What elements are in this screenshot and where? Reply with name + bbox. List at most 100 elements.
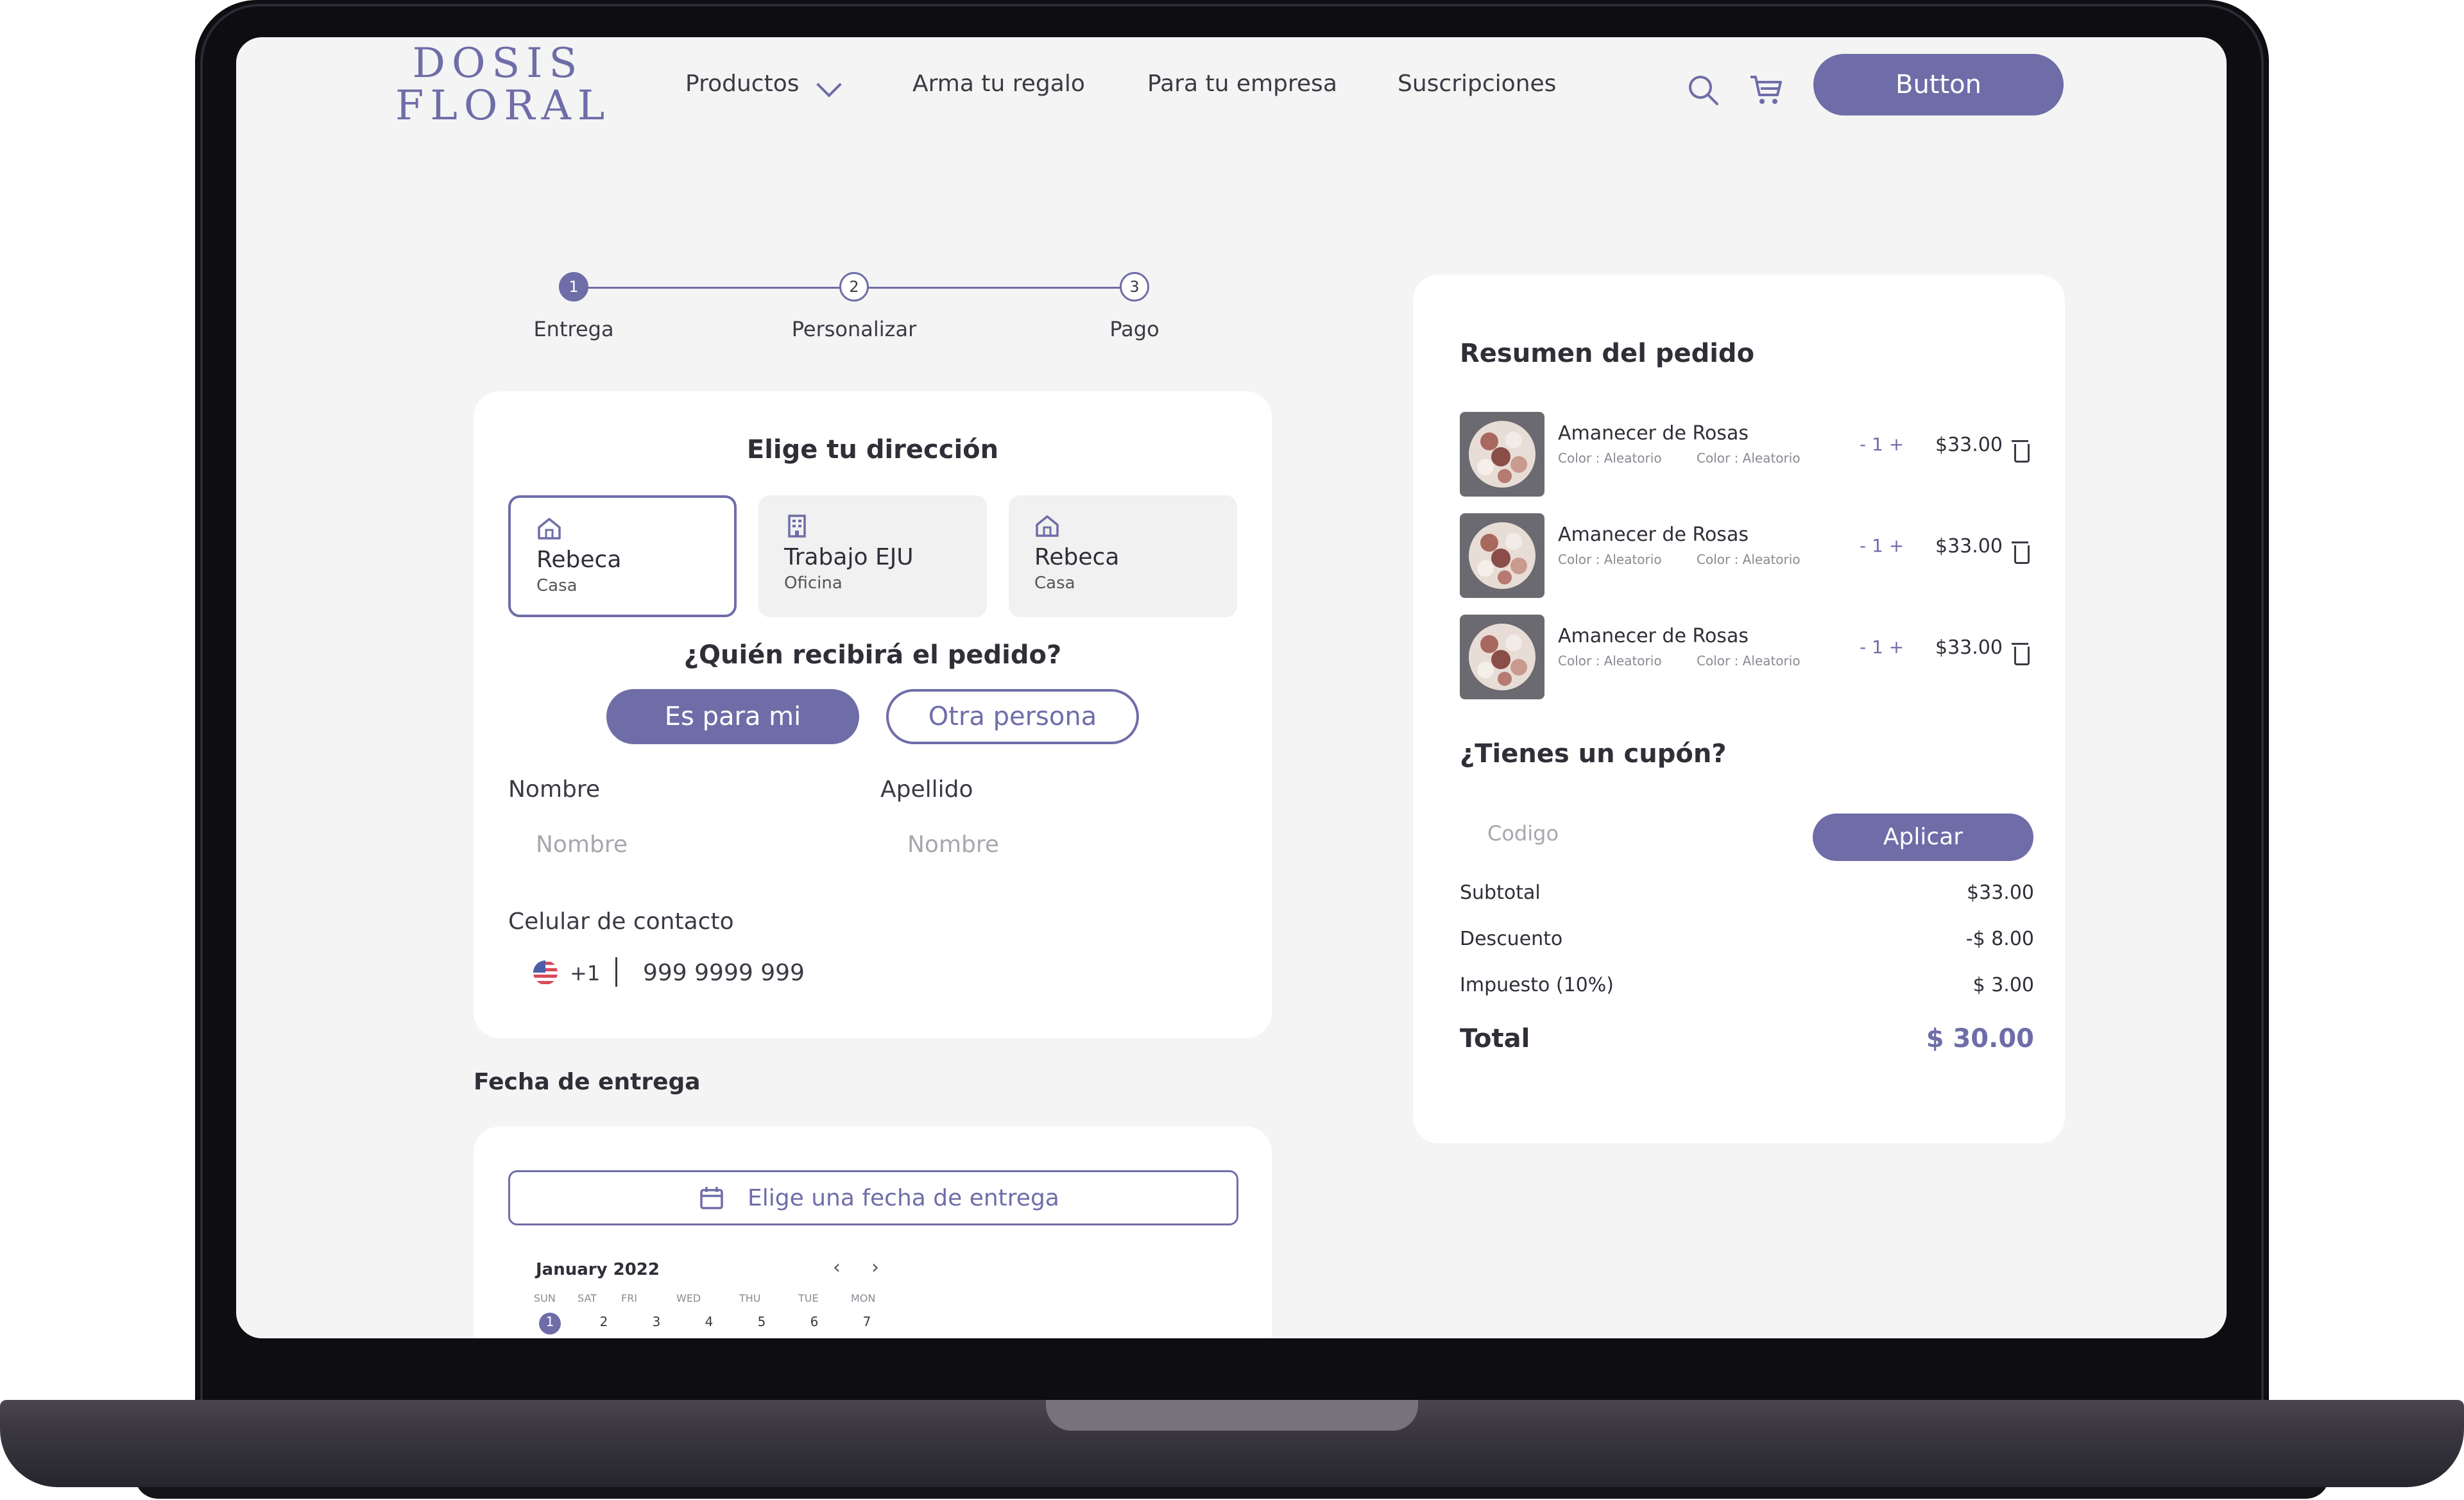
item-name: Amanecer de Rosas bbox=[1558, 625, 1749, 647]
total-value: $ 30.00 bbox=[1926, 1024, 2034, 1053]
phone-label: Celular de contacto bbox=[508, 908, 734, 935]
calendar-prev-icon[interactable]: ‹ bbox=[833, 1256, 841, 1279]
trash-icon[interactable] bbox=[2012, 541, 2030, 564]
address-type: Oficina bbox=[784, 574, 843, 593]
trash-icon[interactable] bbox=[2012, 440, 2030, 463]
delivery-card bbox=[474, 391, 1272, 1038]
logo-line-2: FLORAL bbox=[395, 82, 612, 130]
step-1-label: Entrega bbox=[533, 317, 614, 341]
address-title: Elige tu dirección bbox=[746, 435, 999, 464]
quantity-stepper[interactable]: - 1 + bbox=[1860, 636, 1904, 658]
apply-coupon-button[interactable]: Aplicar bbox=[1813, 814, 2033, 861]
phone-prefix[interactable]: +1 bbox=[570, 961, 600, 985]
weekday-header: SUN bbox=[534, 1292, 556, 1304]
item-color: Color : Aleatorio bbox=[1697, 450, 1801, 466]
logo-line-1: DOSIS bbox=[412, 40, 584, 87]
weekday-header: THU bbox=[739, 1292, 761, 1304]
subtotal-value: $33.00 bbox=[1967, 882, 2034, 904]
discount-value: -$ 8.00 bbox=[1965, 928, 2034, 950]
first-name-label: Nombre bbox=[508, 776, 601, 803]
summary-title: Resumen del pedido bbox=[1460, 339, 1755, 368]
date-picker-label: Elige una fecha de entrega bbox=[748, 1185, 1059, 1211]
discount-label: Descuento bbox=[1460, 928, 1563, 950]
item-color: Color : Aleatorio bbox=[1697, 653, 1801, 669]
coupon-title: ¿Tienes un cupón? bbox=[1460, 739, 1727, 769]
calendar-day[interactable]: 4 bbox=[699, 1314, 719, 1329]
address-name: Rebeca bbox=[1034, 544, 1120, 570]
home-icon bbox=[538, 518, 561, 540]
weekday-header: FRI bbox=[621, 1292, 638, 1304]
home-icon bbox=[1036, 515, 1059, 537]
building-icon bbox=[788, 515, 806, 538]
tax-value: $ 3.00 bbox=[1972, 974, 2034, 996]
header-cta-button[interactable]: Button bbox=[1813, 54, 2064, 115]
bouquet-thumbnail bbox=[1460, 615, 1544, 699]
calendar-month: January 2022 bbox=[536, 1260, 660, 1279]
item-color: Color : Aleatorio bbox=[1697, 552, 1801, 567]
order-summary-card bbox=[1413, 275, 2065, 1143]
quantity-stepper[interactable]: - 1 + bbox=[1860, 434, 1904, 455]
calendar-day[interactable]: 3 bbox=[647, 1314, 666, 1329]
last-name-label: Apellido bbox=[880, 776, 973, 803]
recipient-title: ¿Quién recibirá el pedido? bbox=[683, 640, 1062, 670]
calendar-day[interactable]: 1 bbox=[540, 1314, 560, 1329]
item-color: Color : Aleatorio bbox=[1558, 552, 1662, 567]
weekday-header: MON bbox=[851, 1292, 876, 1304]
other-person-button[interactable]: Otra persona bbox=[886, 689, 1139, 744]
step-2-label: Personalizar bbox=[791, 317, 917, 341]
calendar-next-icon[interactable]: › bbox=[871, 1256, 879, 1279]
calendar-day[interactable]: 6 bbox=[805, 1314, 824, 1329]
step-3-dot[interactable]: 3 bbox=[1120, 272, 1149, 302]
calendar-icon bbox=[700, 1187, 723, 1209]
weekday-header: WED bbox=[676, 1292, 701, 1304]
item-price: $33.00 bbox=[1935, 636, 2003, 659]
last-name-input[interactable]: Nombre bbox=[907, 831, 999, 858]
delivery-date-title: Fecha de entrega bbox=[474, 1069, 701, 1095]
item-name: Amanecer de Rosas bbox=[1558, 524, 1749, 546]
address-type: Casa bbox=[1034, 574, 1075, 593]
for-me-button[interactable]: Es para mi bbox=[606, 689, 859, 744]
step-2-dot[interactable]: 2 bbox=[839, 272, 869, 302]
address-name: Rebeca bbox=[536, 547, 622, 573]
screen: DOSIS FLORAL Productos Arma tu regalo Pa… bbox=[236, 37, 2227, 1338]
weekday-header: TUE bbox=[798, 1292, 819, 1304]
address-option-3[interactable]: Rebeca Casa bbox=[1009, 495, 1237, 617]
address-type: Casa bbox=[536, 576, 578, 595]
bouquet-thumbnail bbox=[1460, 513, 1544, 598]
date-picker-field[interactable]: Elige una fecha de entrega bbox=[508, 1170, 1238, 1225]
total-label: Total bbox=[1460, 1024, 1530, 1053]
phone-input[interactable]: 999 9999 999 bbox=[643, 960, 805, 986]
item-color: Color : Aleatorio bbox=[1558, 450, 1662, 466]
us-flag-icon[interactable] bbox=[533, 960, 558, 985]
nav-productos[interactable]: Productos bbox=[685, 71, 799, 97]
calendar-day[interactable]: 2 bbox=[594, 1314, 613, 1329]
cart-icon[interactable] bbox=[1747, 71, 1785, 109]
nav-arma-tu-regalo[interactable]: Arma tu regalo bbox=[912, 71, 1085, 97]
bouquet-thumbnail bbox=[1460, 412, 1544, 497]
item-name: Amanecer de Rosas bbox=[1558, 422, 1749, 445]
nav-para-tu-empresa[interactable]: Para tu empresa bbox=[1147, 71, 1337, 97]
calendar-day[interactable]: 7 bbox=[857, 1314, 877, 1329]
item-price: $33.00 bbox=[1935, 535, 2003, 558]
subtotal-label: Subtotal bbox=[1460, 882, 1541, 904]
step-3-label: Pago bbox=[1109, 317, 1159, 341]
nav-suscripciones[interactable]: Suscripciones bbox=[1398, 71, 1556, 97]
address-name: Trabajo EJU bbox=[784, 544, 914, 570]
weekday-header: SAT bbox=[578, 1292, 597, 1304]
calendar-day[interactable]: 5 bbox=[752, 1314, 771, 1329]
item-color: Color : Aleatorio bbox=[1558, 653, 1662, 669]
coupon-input[interactable]: Codigo bbox=[1487, 821, 1559, 846]
quantity-stepper[interactable]: - 1 + bbox=[1860, 535, 1904, 556]
search-icon[interactable] bbox=[1684, 71, 1722, 109]
tax-label: Impuesto (10%) bbox=[1460, 974, 1614, 996]
chevron-down-icon[interactable] bbox=[816, 72, 842, 98]
address-option-1[interactable]: Rebeca Casa bbox=[508, 495, 737, 617]
phone-divider bbox=[615, 957, 617, 987]
address-option-2[interactable]: Trabajo EJU Oficina bbox=[758, 495, 987, 617]
brand-logo[interactable]: DOSIS FLORAL bbox=[395, 40, 612, 130]
item-price: $33.00 bbox=[1935, 434, 2003, 456]
step-1-dot[interactable]: 1 bbox=[559, 272, 588, 302]
trash-icon[interactable] bbox=[2012, 643, 2030, 665]
date-card bbox=[474, 1127, 1272, 1338]
first-name-input[interactable]: Nombre bbox=[536, 831, 628, 858]
